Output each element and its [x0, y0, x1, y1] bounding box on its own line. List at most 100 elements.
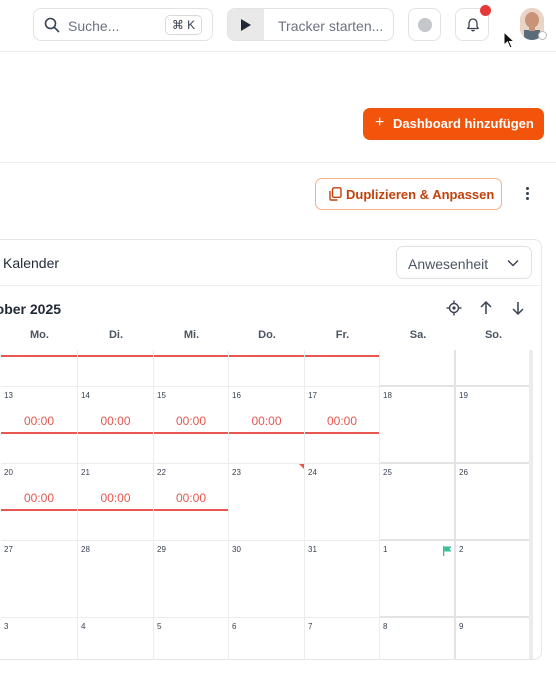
attendance-bar	[305, 355, 379, 357]
attendance-bar	[78, 509, 153, 511]
day-number: 22	[157, 468, 166, 477]
day-number: 23	[232, 468, 241, 477]
day-number: 18	[383, 391, 392, 400]
calendar-day-cell[interactable]	[229, 350, 305, 387]
search-input[interactable]: Suche... ⌘ K	[33, 8, 213, 41]
calendar-day-cell[interactable]: 18	[380, 387, 456, 464]
calendar-day-cell[interactable]: 26	[456, 464, 531, 541]
calendar-day-cell[interactable]: 16 00:00	[229, 387, 305, 464]
day-number: 3	[4, 622, 9, 631]
calendar-day-cell[interactable]: 27	[1, 541, 78, 618]
weekday-header: Di.	[108, 329, 124, 341]
day-number: 7	[308, 622, 313, 631]
day-number: 2	[459, 545, 464, 554]
tracked-time: 00:00	[23, 491, 55, 505]
tracked-time: 00:00	[326, 414, 358, 428]
top-bar: Suche... ⌘ K Tracker starten...	[0, 0, 556, 52]
add-dashboard-label: Dashboard hinzufügen	[393, 116, 534, 131]
calendar-day-cell[interactable]	[154, 350, 229, 387]
calendar-day-cell[interactable]: 25	[380, 464, 456, 541]
day-number: 4	[81, 622, 86, 631]
calendar-day-cell[interactable]: 15 00:00	[154, 387, 229, 464]
copy-icon	[329, 187, 342, 201]
day-number: 17	[308, 391, 317, 400]
calendar-day-cell[interactable]: 9	[456, 618, 531, 659]
bell-icon	[467, 18, 479, 32]
calendar-day-cell[interactable]: 30	[229, 541, 305, 618]
calendar-day-cell[interactable]: 29	[154, 541, 229, 618]
calendar-day-cell[interactable]: 21 00:00	[78, 464, 154, 541]
calendar-day-cell[interactable]: 20 00:00	[1, 464, 78, 541]
day-number: 20	[4, 468, 13, 477]
notification-badge	[480, 5, 491, 16]
attendance-bar	[154, 509, 228, 511]
weekday-header: Do.	[258, 329, 276, 341]
day-number: 8	[383, 622, 388, 631]
attendance-bar	[154, 355, 228, 357]
attendance-bar	[78, 432, 153, 434]
day-number: 1	[383, 545, 388, 554]
day-number: 9	[459, 622, 464, 631]
tracked-time: 00:00	[175, 491, 207, 505]
arrow-up-icon[interactable]	[478, 300, 494, 316]
play-icon	[241, 19, 251, 31]
day-number: 5	[157, 622, 162, 631]
day-number: 27	[4, 545, 13, 554]
day-number: 25	[383, 468, 392, 477]
calendar-day-cell[interactable]: 22 00:00	[154, 464, 229, 541]
tracker-start-button[interactable]: Tracker starten...	[227, 8, 394, 41]
calendar-day-cell[interactable]: 23	[229, 464, 305, 541]
play-button[interactable]	[228, 9, 264, 40]
attendance-bar	[78, 355, 153, 357]
calendar-day-cell[interactable]	[456, 350, 531, 387]
day-number: 19	[459, 391, 468, 400]
search-shortcut-badge: ⌘ K	[165, 15, 202, 35]
calendar-day-cell[interactable]: 17 00:00	[305, 387, 380, 464]
calendar-day-cell[interactable]: 1	[380, 541, 456, 618]
weekday-header: Sa.	[409, 329, 427, 341]
day-number: 16	[232, 391, 241, 400]
calendar-day-cell[interactable]: 13 00:00	[1, 387, 78, 464]
target-today-icon[interactable]	[446, 300, 462, 316]
attendance-select-value: Anwesenheit	[408, 256, 489, 272]
calendar-day-cell[interactable]: 31	[305, 541, 380, 618]
day-number: 31	[308, 545, 317, 554]
calendar-day-cell[interactable]: 5	[154, 618, 229, 659]
calendar-day-cell[interactable]: 6	[229, 618, 305, 659]
weekday-header: So.	[484, 329, 503, 341]
day-number: 26	[459, 468, 468, 477]
avatar-status-indicator	[538, 31, 547, 40]
calendar-day-cell[interactable]: 8	[380, 618, 456, 659]
add-dashboard-button[interactable]: + Dashboard hinzufügen	[363, 108, 544, 140]
calendar-day-cell[interactable]: 2	[456, 541, 531, 618]
day-number: 6	[232, 622, 237, 631]
chevron-down-icon	[507, 260, 519, 267]
calendar-day-cell[interactable]: 28	[78, 541, 154, 618]
tracked-time: 00:00	[100, 491, 131, 505]
calendar-day-cell[interactable]	[1, 350, 78, 387]
calendar-day-cell[interactable]: 19	[456, 387, 531, 464]
calendar-day-cell[interactable]: 14 00:00	[78, 387, 154, 464]
calendar-day-cell[interactable]: 24	[305, 464, 380, 541]
widget-header-divider	[0, 285, 541, 286]
calendar-scrollbar[interactable]	[529, 350, 533, 659]
day-number: 14	[81, 391, 90, 400]
day-number: 13	[4, 391, 13, 400]
weekday-header: Fr.	[335, 329, 350, 341]
plus-icon: +	[375, 114, 385, 131]
duplicate-customize-button[interactable]: Duplizieren & Anpassen	[315, 178, 502, 210]
attendance-select[interactable]: Anwesenheit	[396, 246, 532, 279]
arrow-down-icon[interactable]	[510, 300, 526, 316]
tracked-time: 00:00	[251, 414, 282, 428]
calendar-grid: 13 00:00 14 00:00 15 00:00 16 00:00 17 00:00 18 19 2…	[0, 350, 541, 659]
more-options-icon[interactable]	[521, 185, 535, 203]
attendance-bar	[1, 432, 77, 434]
calendar-day-cell[interactable]: 4	[78, 618, 154, 659]
calendar-day-cell[interactable]: 7	[305, 618, 380, 659]
calendar-day-cell[interactable]	[305, 350, 380, 387]
attendance-bar	[154, 432, 228, 434]
calendar-day-cell[interactable]	[78, 350, 154, 387]
status-button[interactable]	[408, 8, 441, 41]
calendar-day-cell[interactable]: 3	[1, 618, 78, 659]
calendar-day-cell[interactable]	[380, 350, 456, 387]
